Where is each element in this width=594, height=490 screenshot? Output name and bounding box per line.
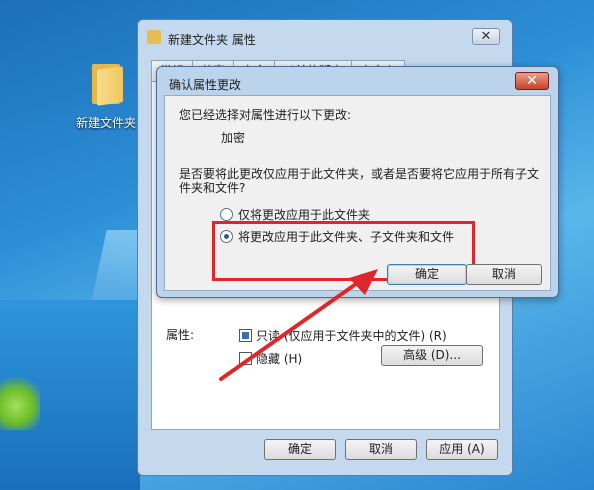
annotation-arrow-icon bbox=[219, 269, 378, 381]
desktop-icon-label: 新建文件夹 bbox=[75, 116, 136, 130]
radio-icon bbox=[220, 208, 233, 221]
radio-selected-icon bbox=[220, 230, 233, 243]
ok-button[interactable]: 确定 bbox=[387, 264, 467, 285]
close-button[interactable]: ✕ bbox=[472, 28, 500, 45]
dialog-body: 您已经选择对属性进行以下更改: 加密 是否要将此更改仅应用于此文件夹，或者是否要… bbox=[164, 95, 551, 291]
option-all-label: 将更改应用于此文件夹、子文件夹和文件 bbox=[238, 230, 455, 244]
change-text: 加密 bbox=[221, 131, 246, 145]
dialog-title: 确认属性更改 bbox=[169, 78, 242, 92]
cancel-button[interactable]: 取消 bbox=[345, 439, 417, 460]
folder-icon bbox=[147, 30, 161, 44]
desktop-folder-icon[interactable]: 新建文件夹 bbox=[74, 62, 138, 131]
close-button[interactable]: ✕ bbox=[515, 72, 549, 90]
option-this-folder-label: 仅将更改应用于此文件夹 bbox=[238, 208, 371, 222]
question-text-line2: 件夹和文件? bbox=[179, 181, 246, 195]
window-title: 新建文件夹 属性 bbox=[168, 33, 256, 47]
radio-this-folder[interactable]: 仅将更改应用于此文件夹 bbox=[220, 206, 370, 223]
apply-button[interactable]: 应用 (A) bbox=[426, 439, 498, 460]
intro-text: 您已经选择对属性进行以下更改: bbox=[179, 108, 352, 122]
desktop-wallpaper-grass bbox=[0, 370, 40, 430]
folder-icon bbox=[88, 62, 124, 106]
advanced-button[interactable]: 高级 (D)... bbox=[381, 345, 483, 366]
ok-button[interactable]: 确定 bbox=[264, 439, 336, 460]
cancel-button[interactable]: 取消 bbox=[466, 264, 542, 285]
confirm-attribute-changes-dialog: 确认属性更改 ✕ 您已经选择对属性进行以下更改: 加密 是否要将此更改仅应用于此… bbox=[156, 66, 559, 298]
attributes-label: 属性: bbox=[166, 328, 195, 342]
radio-all-subfolders[interactable]: 将更改应用于此文件夹、子文件夹和文件 bbox=[220, 228, 454, 245]
dialog-footer: 确定 取消 应用 (A) bbox=[138, 430, 512, 476]
